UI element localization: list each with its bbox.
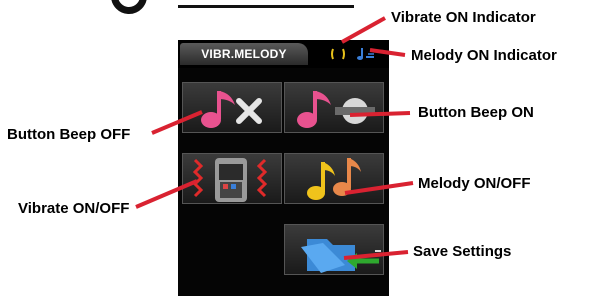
callout-vibrate-on-off: Vibrate ON/OFF [18,200,130,217]
callout-melody-on-indicator: Melody ON Indicator [411,47,557,64]
callout-button-beep-off: Button Beep OFF [7,126,131,143]
callout-save-settings: Save Settings [413,243,512,260]
callout-melody-on-off: Melody ON/OFF [418,175,531,192]
callout-vibrate-on-indicator: Vibrate ON Indicator [391,9,536,26]
callout-button-beep-on: Button Beep ON [418,104,534,121]
